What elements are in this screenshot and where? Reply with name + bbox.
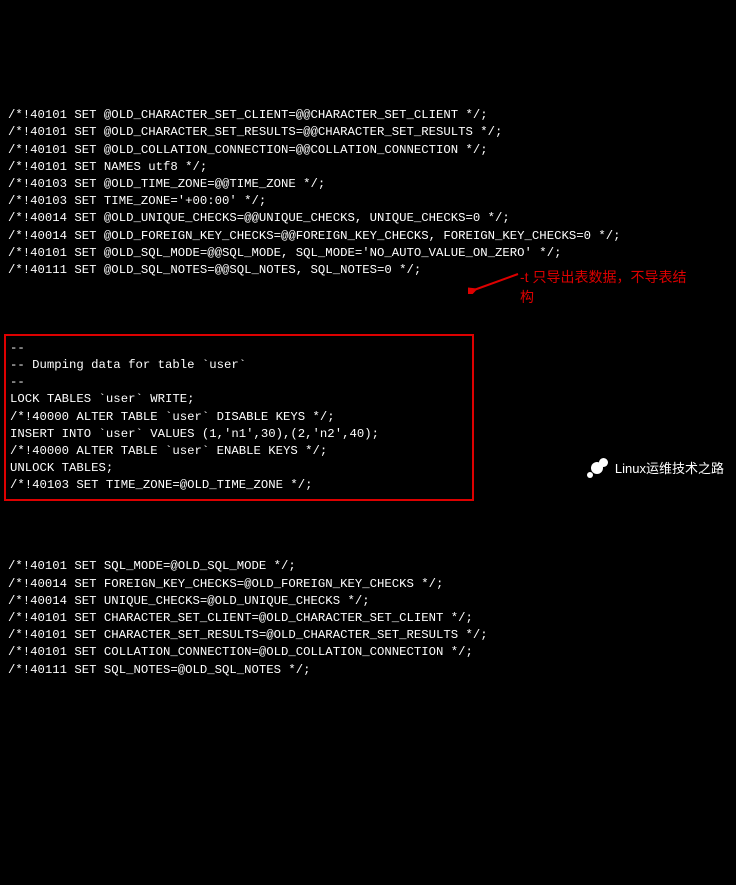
sql-boxed-line: /*!40103 SET TIME_ZONE=@OLD_TIME_ZONE */… (10, 477, 468, 494)
sql-header-line: /*!40014 SET @OLD_FOREIGN_KEY_CHECKS=@@F… (8, 228, 728, 245)
sql-boxed-line: -- (10, 374, 468, 391)
sql-header-line: /*!40014 SET @OLD_UNIQUE_CHECKS=@@UNIQUE… (8, 210, 728, 227)
highlighted-sql-block: ---- Dumping data for table `user`--LOCK… (4, 334, 474, 501)
sql-footer-line: /*!40014 SET UNIQUE_CHECKS=@OLD_UNIQUE_C… (8, 593, 728, 610)
sql-boxed-line: UNLOCK TABLES; (10, 460, 468, 477)
sql-boxed-line: -- Dumping data for table `user` (10, 357, 468, 374)
annotation-line1: -t 只导出表数据，不导表结 (520, 269, 686, 285)
sql-header-block: /*!40101 SET @OLD_CHARACTER_SET_CLIENT=@… (8, 107, 728, 279)
sql-boxed-line: -- (10, 340, 468, 357)
sql-header-line: /*!40103 SET TIME_ZONE='+00:00' */; (8, 193, 728, 210)
sql-header-line: /*!40103 SET @OLD_TIME_ZONE=@@TIME_ZONE … (8, 176, 728, 193)
sql-header-line: /*!40101 SET @OLD_CHARACTER_SET_CLIENT=@… (8, 107, 728, 124)
sql-footer-line: /*!40101 SET SQL_MODE=@OLD_SQL_MODE */; (8, 558, 728, 575)
sql-footer-line: /*!40101 SET CHARACTER_SET_RESULTS=@OLD_… (8, 627, 728, 644)
sql-header-line: /*!40101 SET @OLD_COLLATION_CONNECTION=@… (8, 142, 728, 159)
sql-footer-line: /*!40014 SET FOREIGN_KEY_CHECKS=@OLD_FOR… (8, 576, 728, 593)
sql-header-line: /*!40101 SET @OLD_CHARACTER_SET_RESULTS=… (8, 124, 728, 141)
sql-boxed-line: /*!40000 ALTER TABLE `user` DISABLE KEYS… (10, 409, 468, 426)
annotation-text: -t 只导出表数据，不导表结 构 (520, 268, 720, 307)
terminal-output: /*!40101 SET @OLD_CHARACTER_SET_CLIENT=@… (8, 73, 728, 696)
sql-footer-line: /*!40101 SET CHARACTER_SET_CLIENT=@OLD_C… (8, 610, 728, 627)
annotation-line2: 构 (520, 289, 534, 305)
sql-boxed-line: /*!40000 ALTER TABLE `user` ENABLE KEYS … (10, 443, 468, 460)
sql-boxed-line: LOCK TABLES `user` WRITE; (10, 391, 468, 408)
sql-boxed-line: INSERT INTO `user` VALUES (1,'n1',30),(2… (10, 426, 468, 443)
sql-footer-line: /*!40101 SET COLLATION_CONNECTION=@OLD_C… (8, 644, 728, 661)
sql-header-line: /*!40101 SET NAMES utf8 */; (8, 159, 728, 176)
watermark: Linux运维技术之路 (585, 458, 724, 480)
sql-header-line: /*!40101 SET @OLD_SQL_MODE=@@SQL_MODE, S… (8, 245, 728, 262)
watermark-label: Linux运维技术之路 (615, 460, 724, 478)
wechat-icon (585, 458, 609, 480)
sql-footer-block: /*!40101 SET SQL_MODE=@OLD_SQL_MODE */;/… (8, 558, 728, 678)
sql-footer-line: /*!40111 SET SQL_NOTES=@OLD_SQL_NOTES */… (8, 662, 728, 679)
